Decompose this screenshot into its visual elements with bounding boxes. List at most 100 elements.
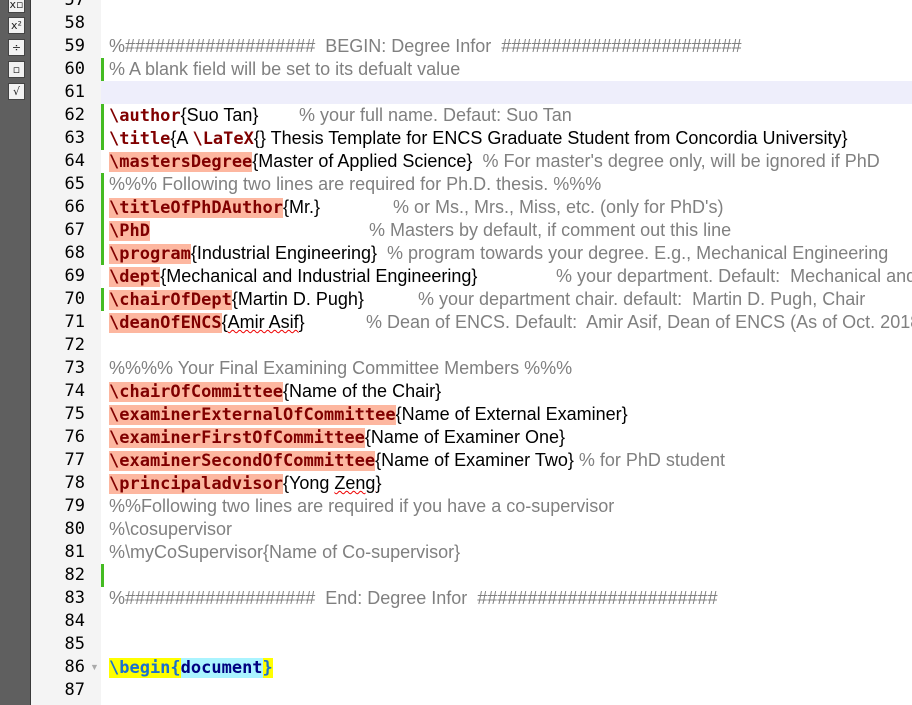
line-number: 61 [64, 82, 85, 102]
argument-text: {Martin D. Pugh} [231, 289, 364, 309]
code-line[interactable] [109, 564, 912, 587]
line-number: 86 [64, 657, 85, 677]
code-line[interactable]: %%% Following two lines are required for… [109, 173, 912, 196]
environment-token: document [180, 658, 263, 678]
argument-text: {Name of the Chair} [283, 381, 442, 401]
line-number: 77 [64, 450, 85, 470]
code-line[interactable]: %################### End: Degree Infor #… [109, 587, 912, 610]
fold-arrow-icon[interactable]: ▼ [90, 656, 99, 679]
argument-text: {Industrial Engineering} [190, 243, 388, 263]
code-line[interactable] [109, 0, 912, 12]
code-line[interactable] [109, 334, 912, 357]
code-line[interactable]: \mastersDegree{Master of Applied Science… [109, 150, 912, 173]
latex-command: \author [109, 106, 181, 126]
line-number: 62 [64, 105, 85, 125]
superscript-icon[interactable]: x² [8, 17, 25, 34]
code-editor[interactable]: %################### BEGIN: Degree Infor… [101, 0, 912, 705]
line-number: 70 [64, 289, 85, 309]
comment-text: % Dean of ENCS. Default: Amir Asif, Dean… [366, 312, 912, 332]
code-line[interactable]: \examinerFirstOfCommittee{Name of Examin… [109, 426, 912, 449]
comment-text: %\cosupervisor [109, 519, 233, 539]
change-marker [101, 173, 104, 196]
code-line[interactable]: \program{Industrial Engineering} % progr… [109, 242, 912, 265]
code-line[interactable]: \chairOfCommittee{Name of the Chair} [109, 380, 912, 403]
code-line[interactable] [109, 610, 912, 633]
line-number: 76 [64, 427, 85, 447]
latex-command: \LaTeX [192, 129, 254, 149]
code-line[interactable] [109, 679, 912, 702]
line-number: 78 [64, 473, 85, 493]
latex-command: \examinerExternalOfCommittee [109, 405, 396, 425]
line-number: 80 [64, 519, 85, 539]
line-number: 85 [64, 634, 85, 654]
change-marker [101, 219, 104, 242]
code-line[interactable]: % A blank field will be set to its defua… [109, 58, 912, 81]
argument-text: {Suo Tan} [180, 105, 259, 125]
line-number: 58 [64, 13, 85, 33]
line-number: 87 [64, 680, 85, 700]
comment-text: % or Ms., Mrs., Miss, etc. (only for PhD… [393, 197, 724, 217]
code-line[interactable]: %\myCoSupervisor{Name of Co-supervisor} [109, 541, 912, 564]
comment-text: %################### End: Degree Infor #… [109, 588, 718, 608]
line-number: 72 [64, 335, 85, 355]
line-number: 60 [64, 59, 85, 79]
line-number: 59 [64, 36, 85, 56]
environment-token: \begin{ [109, 658, 181, 678]
latex-command: \examinerSecondOfCommittee [109, 451, 376, 471]
code-line[interactable]: \begin{document} [109, 656, 912, 679]
comment-text: % For master's degree only, will be igno… [482, 151, 880, 171]
code-line[interactable]: %%Following two lines are required if yo… [109, 495, 912, 518]
fraction-icon[interactable]: ▫ [8, 61, 25, 78]
environment-token: } [262, 658, 273, 678]
sqrt-icon[interactable]: √ [8, 83, 25, 100]
code-line[interactable]: \titleOfPhDAuthor{Mr.} % or Ms., Mrs., Mi… [109, 196, 912, 219]
code-line[interactable]: %\cosupervisor [109, 518, 912, 541]
argument-text: Amir Asif [227, 312, 299, 332]
line-number: 71 [64, 312, 85, 332]
latex-command: \title [109, 129, 171, 149]
change-marker [101, 196, 104, 219]
line-number: 65 [64, 174, 85, 194]
latex-command: \titleOfPhDAuthor [109, 198, 283, 218]
change-marker [101, 127, 104, 150]
code-line[interactable]: \title{A \LaTeX{} Thesis Template for EN… [109, 127, 912, 150]
code-line[interactable] [101, 81, 912, 104]
line-number: 63 [64, 128, 85, 148]
argument-text: } [375, 473, 382, 493]
line-number: 69 [64, 266, 85, 286]
code-line[interactable]: %%%% Your Final Examining Committee Memb… [109, 357, 912, 380]
line-number: 84 [64, 611, 85, 631]
latex-command: \principaladvisor [109, 474, 283, 494]
code-line[interactable]: \examinerSecondOfCommittee{Name of Exami… [109, 449, 912, 472]
code-line[interactable]: %################### BEGIN: Degree Infor… [109, 35, 912, 58]
line-number: 73 [64, 358, 85, 378]
code-line[interactable]: \principaladvisor{Yong Zeng} [109, 472, 912, 495]
line-number: 68 [64, 243, 85, 263]
argument-text: {Master of Applied Science} [252, 151, 483, 171]
subscript-icon[interactable]: x▫ [8, 0, 25, 13]
argument-text: {Name of External Examiner} [395, 404, 628, 424]
comment-text: % program towards your degree. E.g., Mec… [387, 243, 889, 263]
comment-text: % your department chair. default: Martin… [418, 289, 866, 309]
change-marker [101, 242, 104, 265]
line-number: 57 [64, 0, 85, 10]
code-line[interactable] [109, 633, 912, 656]
argument-text: {Yong [283, 473, 335, 493]
line-number: 67 [64, 220, 85, 240]
code-line[interactable]: \PhD % Masters by default, if comment out… [109, 219, 912, 242]
divide-icon[interactable]: ÷ [8, 39, 25, 56]
comment-text: % your department. Default: Mechanical a… [556, 266, 912, 286]
code-line[interactable]: \dept{Mechanical and Industrial Engineer… [109, 265, 912, 288]
line-number: 74 [64, 381, 85, 401]
line-number: 82 [64, 565, 85, 585]
argument-text: {Name of Examiner One} [364, 427, 565, 447]
change-marker [101, 288, 104, 311]
argument-text: {} Thesis Template for ENCS Graduate Stu… [253, 128, 848, 148]
code-line[interactable]: \author{Suo Tan} % your full name. Defaut… [109, 104, 912, 127]
code-line[interactable]: \examinerExternalOfCommittee{Name of Ext… [109, 403, 912, 426]
change-marker [101, 58, 104, 81]
code-line[interactable] [109, 12, 912, 35]
argument-text: {Name of Examiner Two} [375, 450, 579, 470]
code-line[interactable]: \deanOfENCS{Amir Asif}% Dean of ENCS. De… [109, 311, 912, 334]
code-line[interactable]: \chairOfDept{Martin D. Pugh} % your depar… [109, 288, 912, 311]
